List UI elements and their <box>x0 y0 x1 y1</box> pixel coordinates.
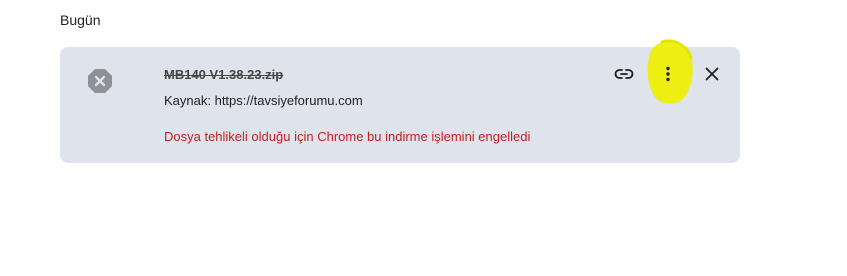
close-icon <box>702 64 722 84</box>
remove-from-list-button[interactable] <box>698 60 726 88</box>
dangerous-download-warning: Dosya tehlikeli olduğu için Chrome bu in… <box>164 129 531 144</box>
section-date-heading: Bugün <box>60 12 101 28</box>
more-options-button[interactable] <box>654 60 682 88</box>
link-icon <box>614 64 634 84</box>
blocked-x-icon <box>87 68 113 94</box>
download-source-url: Kaynak: https://tavsiyeforumu.com <box>164 93 363 108</box>
download-item-card: MB140 V1.38.23.zip Kaynak: https://tavsi… <box>60 39 740 163</box>
download-file-name[interactable]: MB140 V1.38.23.zip <box>164 67 283 82</box>
more-vertical-icon <box>658 64 678 84</box>
copy-link-button[interactable] <box>610 60 638 88</box>
